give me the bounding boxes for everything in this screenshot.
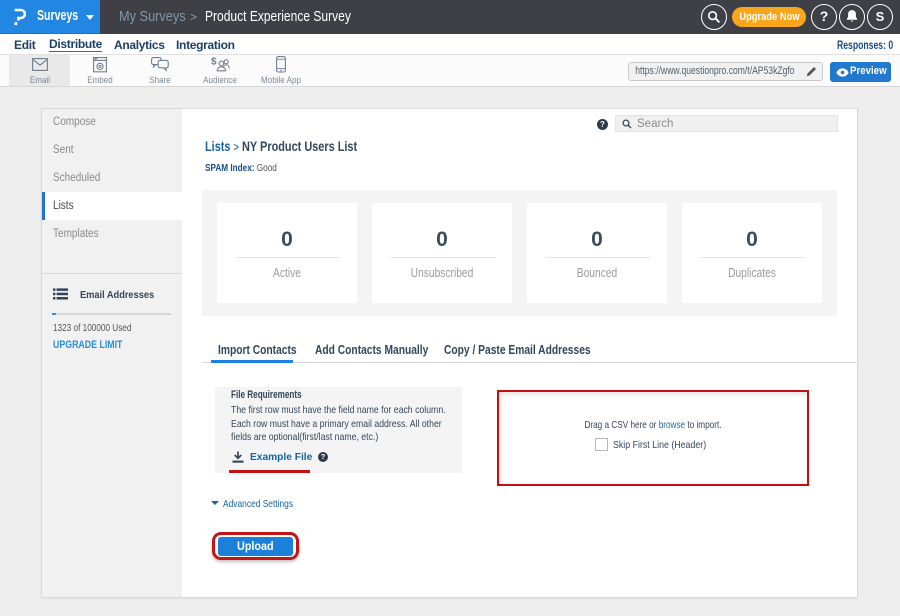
svg-text:$: $ xyxy=(211,57,217,68)
